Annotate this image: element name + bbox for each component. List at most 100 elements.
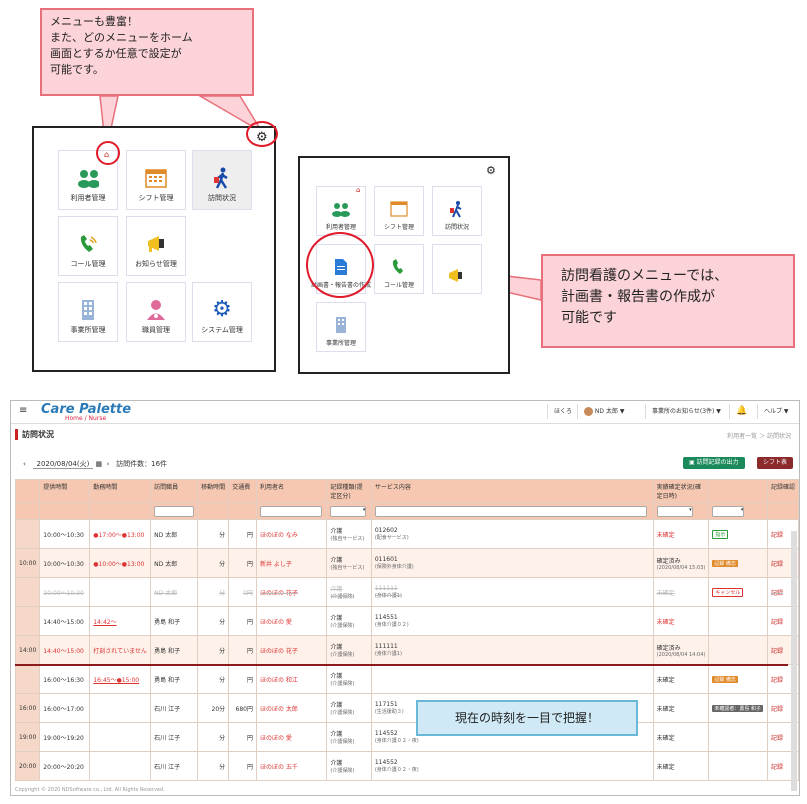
header-notices[interactable]: 事業所のお知らせ(3件) ▼ bbox=[645, 404, 721, 419]
col-header[interactable]: 訪問職員 bbox=[150, 479, 199, 503]
current-time-line bbox=[15, 664, 788, 666]
menu-tile-office[interactable]: 事業所管理 bbox=[58, 282, 118, 342]
export-records-button[interactable]: ▣ 訪問記録の出力 bbox=[683, 457, 745, 469]
table-cell: 20分 bbox=[197, 693, 230, 723]
cell-text: 012602 bbox=[374, 527, 398, 534]
status-filter-select[interactable]: ▾ bbox=[656, 505, 693, 517]
table-cell bbox=[14, 577, 41, 607]
prev-day-icon[interactable]: ‹ bbox=[23, 460, 26, 468]
table-cell: ほのぼの 愛 bbox=[255, 722, 328, 752]
menu-tile-notice[interactable]: お知らせ管理 bbox=[126, 216, 186, 276]
table-cell: 14:42～ bbox=[89, 606, 152, 636]
hamburger-menu-icon[interactable]: ≡ bbox=[19, 405, 27, 416]
table-cell: 16:00～17:00 bbox=[39, 693, 91, 723]
scrollbar[interactable] bbox=[791, 531, 797, 791]
col-header[interactable]: 利用者名 bbox=[255, 479, 328, 503]
menu-tile-staff[interactable]: 職員管理 bbox=[126, 282, 186, 342]
cell-text: 未確定 bbox=[656, 676, 675, 684]
staff-icon bbox=[145, 299, 167, 321]
record-link[interactable]: 記録 bbox=[771, 764, 783, 771]
cell-text: 打刻されていません bbox=[93, 647, 147, 655]
table-row[interactable]: 10:00～10:30 ND 太郎分 0円 ほのぼの 花子 介護 (介護保険) 111111… bbox=[14, 577, 799, 607]
cell-subtext: (介護保険) bbox=[330, 681, 355, 687]
cell-text: 114552 bbox=[374, 730, 398, 737]
record-link[interactable]: 記録 bbox=[771, 590, 783, 597]
record-link[interactable]: 記録 bbox=[771, 619, 783, 626]
breadcrumb[interactable]: 利用者一覧 ＞ 訪問状況 bbox=[727, 431, 791, 440]
cell-text: ND 太郎 bbox=[154, 560, 178, 568]
cell-text: 680円 bbox=[235, 705, 253, 713]
table-row[interactable]: 14:00 14:40～15:00 打刻されていません 勇島 和子 分 円ほのぼの 花子 介… bbox=[14, 635, 799, 665]
megaphone-icon bbox=[145, 233, 167, 255]
table-cell: キャンセル bbox=[708, 577, 768, 607]
header-help[interactable]: ヘルプ ▼ bbox=[757, 404, 789, 419]
table-cell: 114551 (身体介護０２) bbox=[370, 606, 654, 636]
tile-label: システム管理 bbox=[201, 326, 243, 334]
menu-tile-notice[interactable] bbox=[432, 244, 482, 294]
table-row[interactable]: 10:00 10:00～10:30 ●10:00～●13:00 ND 太郎 分 円新井 よ… bbox=[14, 548, 799, 578]
menu-tile-shift[interactable]: シフト管理 bbox=[126, 150, 186, 210]
callout-line: 可能です。 bbox=[50, 63, 104, 76]
table-row[interactable]: 19:00 19:00～19:20 石川 江子分円ほのぼの 愛介護 (介護保険) 114… bbox=[14, 722, 799, 752]
avatar bbox=[584, 407, 593, 416]
shift-table-button[interactable]: シフト表 bbox=[757, 457, 794, 469]
user-filter-input[interactable] bbox=[260, 505, 322, 517]
bell-icon[interactable]: 🔔 bbox=[729, 404, 747, 419]
menu-tile-call[interactable]: コール管理 bbox=[374, 244, 424, 294]
menu-tile-visit-status[interactable]: 訪問状況 bbox=[432, 186, 482, 236]
menu-tile-shift[interactable]: シフト管理 bbox=[374, 186, 424, 236]
gear-icon[interactable]: ⚙ bbox=[486, 164, 496, 177]
table-cell: 新井 よし子 bbox=[255, 548, 328, 578]
table-row[interactable]: 10:00～10:30 ●17:00～●13:00 ND 太郎 分 円ほのぼの なみ 介護… bbox=[14, 519, 799, 549]
table-row[interactable]: 16:00～16:30 16:45～●15:00 勇島 和子 分 円ほのぼの 和江 介護(… bbox=[14, 664, 799, 694]
home-icon[interactable]: ⌂ bbox=[356, 186, 360, 194]
table-cell: ND 太郎 bbox=[150, 548, 199, 578]
table-row[interactable]: 20:00 20:00～20:20 石川 江子分円ほのぼの 五千 介護 (介護保険) 11… bbox=[14, 751, 799, 781]
cell-text: 分 bbox=[219, 560, 226, 568]
cell-text: 介護 bbox=[330, 644, 343, 651]
staff-filter-input[interactable] bbox=[154, 505, 195, 517]
table-cell: 介護 (介護保険) bbox=[326, 635, 372, 665]
tile-label: お知らせ管理 bbox=[135, 260, 177, 268]
table-cell: 介護 (独自サービス) bbox=[326, 519, 372, 549]
record-link[interactable]: 記録 bbox=[771, 532, 783, 539]
table-cell: 未確定 bbox=[652, 519, 710, 549]
record-link[interactable]: 記録 bbox=[771, 677, 783, 684]
table-cell: 介護 (独自サービス) bbox=[326, 548, 372, 578]
col-header[interactable]: 勤務時間 bbox=[89, 479, 152, 503]
cell-text: 円 bbox=[246, 531, 253, 539]
menu-tile-visit-status[interactable]: 訪問状況 bbox=[192, 150, 252, 210]
table-row[interactable]: 16:00 16:00～17:00 石川 江子 20分 680円 ほのぼの 太郎 介護 (介護… bbox=[14, 693, 799, 723]
table-cell: 未確定 bbox=[652, 606, 710, 636]
record-link[interactable]: 記録 bbox=[771, 706, 783, 713]
cell-text: 介護 bbox=[330, 615, 343, 622]
header-user-menu[interactable]: ND 太郎 ▼ bbox=[577, 404, 624, 419]
record-link[interactable]: 記録 bbox=[771, 648, 783, 655]
table-cell: ほのぼの なみ bbox=[255, 519, 328, 549]
table-cell: 円 bbox=[228, 606, 257, 636]
tag-filter-select[interactable]: ▾ bbox=[712, 505, 745, 517]
menu-tile-office[interactable]: 事業所管理 bbox=[316, 302, 366, 352]
table-row[interactable]: 14:40～15:00 14:42～ 勇島 和子分円ほのぼの 愛介護 (介護保険) 11… bbox=[14, 606, 799, 636]
kind-filter-select[interactable]: ▾ bbox=[330, 505, 367, 517]
record-link[interactable]: 記録 bbox=[771, 561, 783, 568]
next-day-icon[interactable]: › bbox=[107, 460, 110, 468]
col-header: 記録確認 bbox=[766, 479, 799, 503]
col-header[interactable]: 提供時間 bbox=[39, 479, 91, 503]
record-link[interactable]: 記録 bbox=[771, 735, 783, 742]
tile-label: コール管理 bbox=[70, 260, 106, 268]
date-field[interactable]: 2020/08/04(火) bbox=[32, 460, 94, 469]
menu-tile-call[interactable]: コール管理 bbox=[58, 216, 118, 276]
calendar-icon[interactable]: ▦ bbox=[96, 460, 103, 468]
cell-text: 10:00～10:30 bbox=[43, 589, 84, 597]
header-user-nickname[interactable]: ほくろ bbox=[547, 404, 572, 419]
cell-text: 円 bbox=[246, 647, 253, 655]
table-cell: 114552 (身体介護０２・夜) bbox=[370, 751, 654, 781]
service-filter-input[interactable] bbox=[374, 505, 647, 517]
table-cell: 未確認者：勇島 和子 bbox=[708, 693, 768, 723]
table-cell bbox=[14, 606, 41, 636]
menu-tile-system[interactable]: ⚙ システム管理 bbox=[192, 282, 252, 342]
cell-subtext: (2020/08/04 15:03) bbox=[656, 564, 706, 571]
cell-text: 未確定 bbox=[656, 763, 675, 771]
col-header bbox=[14, 479, 41, 503]
